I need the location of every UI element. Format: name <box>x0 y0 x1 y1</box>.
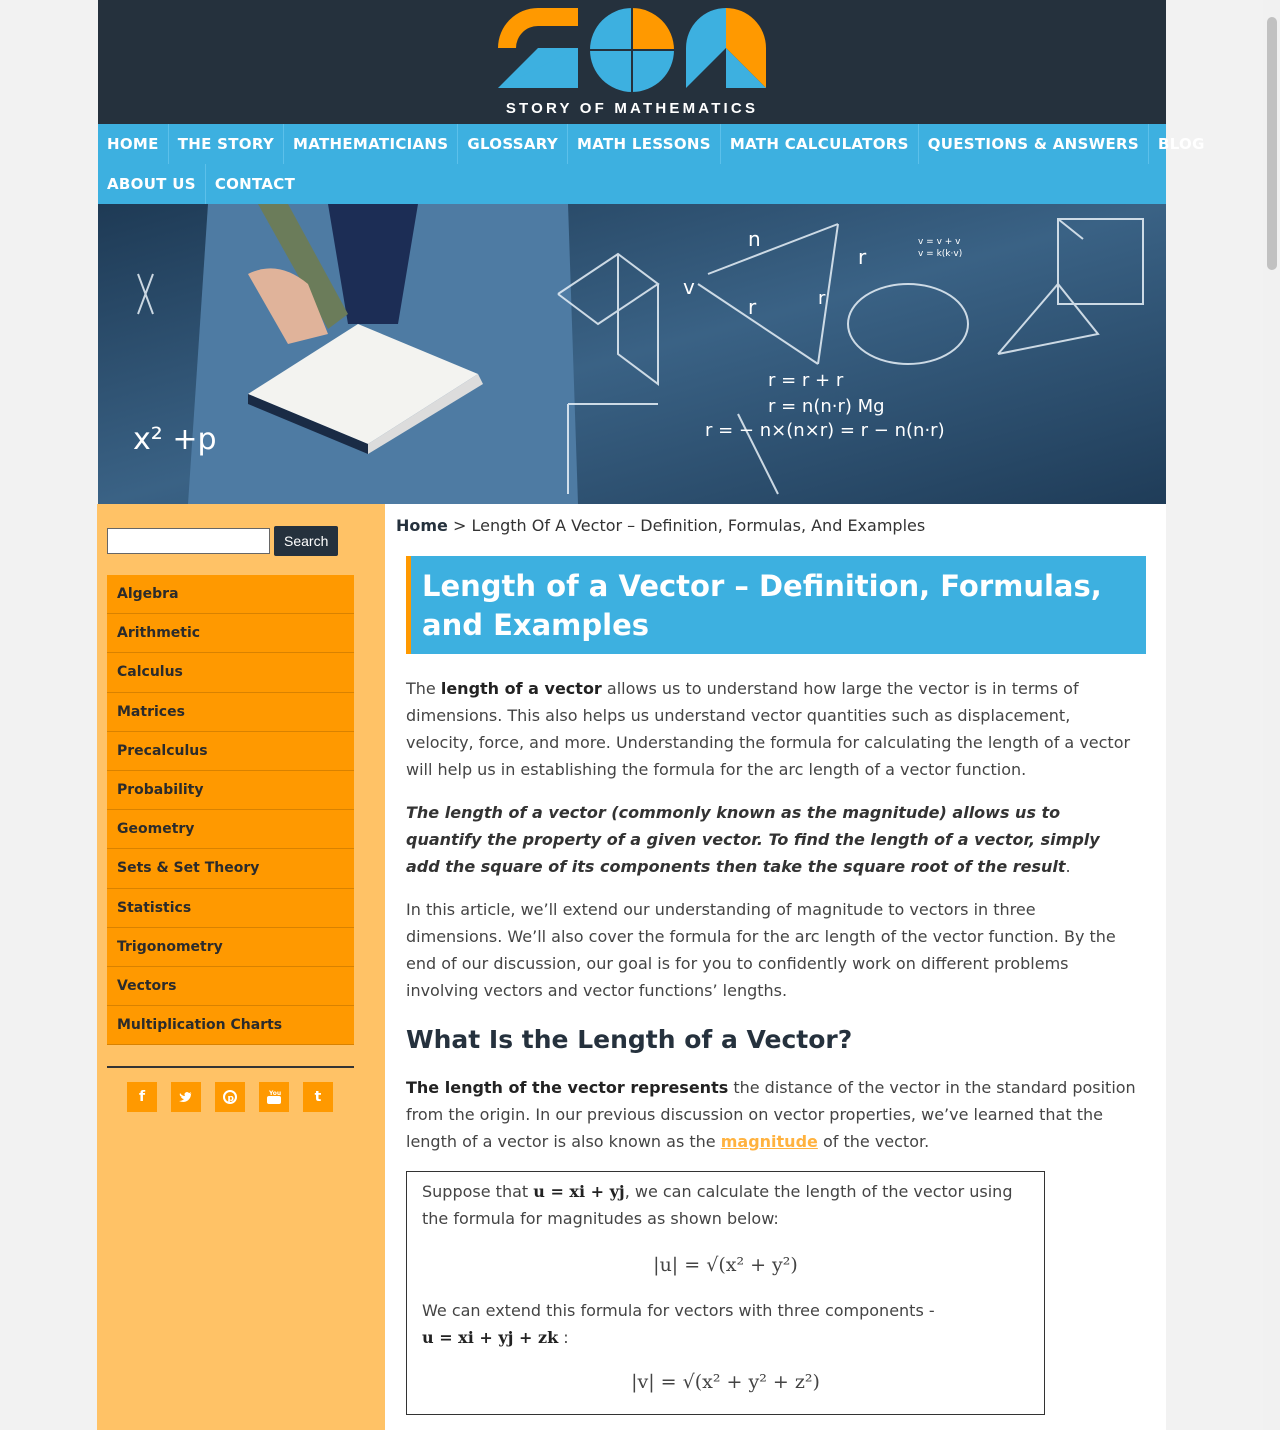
category-link-geometry[interactable]: Geometry <box>107 810 354 850</box>
nav-item-mathematicians[interactable]: MATHEMATICIANS <box>284 124 459 164</box>
section-bold-text: The length of the vector represents <box>406 1078 729 1097</box>
category-link-sets-set-theory[interactable]: Sets & Set Theory <box>107 849 354 889</box>
svg-text:r: r <box>748 295 757 319</box>
magnitude-link[interactable]: magnitude <box>721 1132 818 1151</box>
svg-text:v: v <box>683 275 695 299</box>
svg-text:v = v + v: v = v + v <box>918 237 961 247</box>
definition-paragraph: The length of a vector (commonly known a… <box>406 799 1136 880</box>
formula-intro-start: Suppose that <box>422 1182 534 1201</box>
category-link-precalculus[interactable]: Precalculus <box>107 731 354 771</box>
category-link-calculus[interactable]: Calculus <box>107 653 354 693</box>
nav-item-questions-answers[interactable]: QUESTIONS & ANSWERS <box>919 124 1149 164</box>
overview-paragraph: In this article, we’ll extend our unders… <box>406 900 1116 1000</box>
nav-item-about-us[interactable]: ABOUT US <box>98 164 206 204</box>
formula-intro: Suppose that u = xi + yj, we can calcula… <box>422 1178 1029 1232</box>
main-content: Home > Length Of A Vector – Definition, … <box>396 504 1146 1415</box>
section-heading: What Is the Length of a Vector? <box>406 1025 853 1054</box>
svg-text:p: p <box>228 1094 235 1104</box>
nav-item-glossary[interactable]: GLOSSARY <box>458 124 568 164</box>
page-scrollbar[interactable] <box>1263 0 1280 1430</box>
site-header: STORY OF MATHEMATICS <box>98 0 1166 124</box>
scrollbar-thumb[interactable] <box>1267 17 1277 270</box>
article-body: The length of a vector allows us to unde… <box>406 675 1136 1415</box>
breadcrumb-home-link[interactable]: Home <box>396 516 448 535</box>
category-list: Algebra Arithmetic Calculus Matrices Precalc… <box>107 575 354 1046</box>
category-link-statistics[interactable]: Statistics <box>107 888 354 928</box>
svg-text:n: n <box>748 227 761 251</box>
formula-extension: We can extend this formula for vectors w… <box>422 1297 1029 1351</box>
definition-text: The length of a vector (commonly known a… <box>406 803 1100 876</box>
sidebar: Search Algebra Arithmetic Calculus Matrices… <box>97 504 385 1430</box>
category-link-probability[interactable]: Probability <box>107 770 354 811</box>
nav-item-contact[interactable]: CONTACT <box>206 164 304 204</box>
search-input[interactable] <box>107 528 270 554</box>
category-link-multiplication-charts[interactable]: Multiplication Charts <box>107 1006 354 1046</box>
nav-item-math-lessons[interactable]: MATH LESSONS <box>568 124 721 164</box>
category-link-arithmetic[interactable]: Arithmetic <box>107 614 354 654</box>
nav-item-blog[interactable]: BLOG <box>1149 124 1214 164</box>
main-nav: HOME THE STORY MATHEMATICIANS GLOSSARY MATH … <box>98 124 1204 204</box>
svg-text:r = n(n·r) Mg: r = n(n·r) Mg <box>768 396 885 417</box>
article-title-box: Length of a Vector – Definition, Formula… <box>406 556 1146 654</box>
nav-row-1: HOME THE STORY MATHEMATICIANS GLOSSARY MATH … <box>98 124 1204 164</box>
twitter-icon[interactable] <box>171 1082 201 1113</box>
formula-extension-colon: : <box>558 1328 569 1347</box>
formula-box: Suppose that u = xi + yj, we can calcula… <box>406 1171 1045 1415</box>
magnitude-formula-2d: |u| = √(x² + y²) <box>653 1254 798 1276</box>
category-link-trigonometry[interactable]: Trigonometry <box>107 927 354 967</box>
category-link-vectors[interactable]: Vectors <box>107 966 354 1007</box>
definition-period: . <box>1065 857 1071 876</box>
vector-u-3d: u = xi + yj + zk <box>422 1328 559 1347</box>
svg-text:v = k(k·v): v = k(k·v) <box>918 249 962 259</box>
svg-text:x² +p: x² +p <box>133 422 217 457</box>
sidebar-divider <box>107 1066 354 1069</box>
svg-text:r = r + r: r = r + r <box>768 370 844 391</box>
svg-text:r: r <box>818 288 826 309</box>
search-button[interactable]: Search <box>274 526 339 556</box>
facebook-icon[interactable]: f <box>127 1082 157 1113</box>
article-title: Length of a Vector – Definition, Formula… <box>422 569 1102 642</box>
formula-extension-text: We can extend this formula for vectors w… <box>422 1301 935 1320</box>
breadcrumb-separator: > <box>447 516 472 535</box>
nav-row-2: ABOUT US CONTACT <box>98 164 1166 204</box>
intro-bold-term: length of a vector <box>440 679 602 698</box>
hero-math-illustration: n v r r r r = r + r r = n(n·r) Mg r = − … <box>98 204 1166 504</box>
magnitude-formula-3d: |v| = √(x² + y² + z²) <box>631 1371 820 1393</box>
section-text-end: of the vector. <box>817 1132 930 1151</box>
hero-banner: n v r r r r = r + r r = n(n·r) Mg r = − … <box>98 204 1166 504</box>
logo-mark-icon <box>498 8 766 92</box>
intro-paragraph: The length of a vector allows us to unde… <box>406 675 1136 783</box>
tumblr-icon[interactable]: t <box>303 1082 333 1113</box>
category-link-algebra[interactable]: Algebra <box>107 575 354 615</box>
intro-text-start: The <box>406 679 441 698</box>
svg-text:You: You <box>268 1090 281 1097</box>
nav-item-the-story[interactable]: THE STORY <box>169 124 285 164</box>
vector-u-2d: u = xi + yj <box>533 1182 625 1201</box>
youtube-icon[interactable]: You <box>259 1082 289 1113</box>
search-form: Search <box>107 526 375 556</box>
pinterest-icon[interactable]: p <box>215 1082 245 1113</box>
page: STORY OF MATHEMATICS HOME THE STORY MATHEM… <box>97 0 1204 1430</box>
nav-item-home[interactable]: HOME <box>98 124 169 164</box>
nav-item-math-calculators[interactable]: MATH CALCULATORS <box>721 124 919 164</box>
svg-text:r = − n×(n×r) = r − n(n·r): r = − n×(n×r) = r − n(n·r) <box>705 420 945 441</box>
breadcrumb-current: Length Of A Vector – Definition, Formula… <box>471 516 926 535</box>
svg-text:r: r <box>858 245 867 269</box>
social-links: f p You t <box>107 1082 375 1113</box>
category-link-matrices[interactable]: Matrices <box>107 692 354 732</box>
breadcrumb: Home > Length Of A Vector – Definition, … <box>396 516 1146 535</box>
site-logo[interactable]: STORY OF MATHEMATICS <box>494 4 770 119</box>
logo-text: STORY OF MATHEMATICS <box>505 100 759 117</box>
section-paragraph: The length of the vector represents the … <box>406 1074 1136 1155</box>
